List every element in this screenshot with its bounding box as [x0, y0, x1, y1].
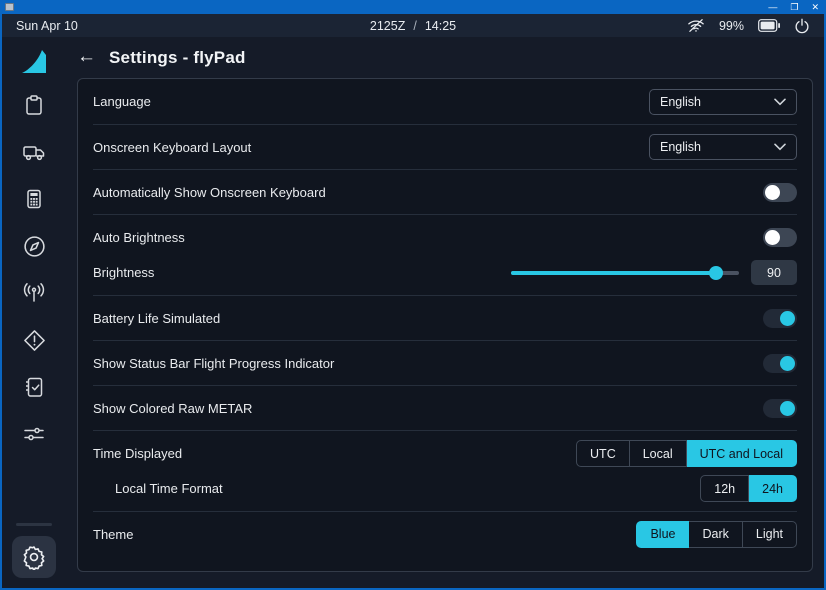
sidebar-item-presets[interactable] — [21, 421, 47, 447]
app-window: — ❐ ✕ Sun Apr 10 2125Z / 14:25 — [0, 0, 826, 590]
power-icon[interactable] — [794, 18, 810, 34]
flight-progress-label: Show Status Bar Flight Progress Indicato… — [93, 356, 334, 371]
keyboard-layout-dropdown[interactable]: English — [649, 134, 797, 160]
sidebar-item-atc[interactable] — [21, 280, 47, 306]
setting-row-battery-life: Battery Life Simulated — [93, 295, 797, 340]
sidebar-divider — [16, 523, 52, 526]
settings-panel: Language English Onscreen Keyboard Layou… — [77, 78, 813, 572]
sidebar-item-performance[interactable] — [21, 186, 47, 212]
chevron-down-icon — [774, 98, 786, 106]
maximize-button[interactable]: ❐ — [790, 3, 798, 12]
setting-row-language: Language English — [93, 79, 797, 124]
page-title: Settings - flyPad — [109, 48, 246, 68]
time-displayed-segmented: UTC Local UTC and Local — [576, 440, 797, 467]
setting-row-auto-show-keyboard: Automatically Show Onscreen Keyboard — [93, 169, 797, 214]
os-titlebar: — ❐ ✕ — [0, 0, 826, 14]
sidebar-item-checklists[interactable] — [21, 374, 47, 400]
local-time-format-label: Local Time Format — [93, 481, 223, 496]
language-value: English — [660, 95, 701, 109]
theme-option-light[interactable]: Light — [743, 521, 797, 548]
minimize-button[interactable]: — — [768, 3, 777, 12]
brightness-slider[interactable] — [511, 266, 739, 280]
language-label: Language — [93, 94, 151, 109]
chevron-down-icon — [774, 143, 786, 151]
sidebar — [2, 37, 66, 588]
status-utc-time: 2125Z — [370, 19, 405, 33]
setting-row-time-displayed: Time Displayed UTC Local UTC and Local — [93, 440, 797, 467]
status-local-time: 14:25 — [425, 19, 456, 33]
sidebar-item-ground-services[interactable] — [21, 139, 47, 165]
auto-show-keyboard-label: Automatically Show Onscreen Keyboard — [93, 185, 326, 200]
local-time-format-option-24h[interactable]: 24h — [749, 475, 797, 502]
time-displayed-label: Time Displayed — [93, 446, 182, 461]
app-icon — [5, 3, 14, 11]
local-time-format-segmented: 12h 24h — [700, 475, 797, 502]
keyboard-layout-value: English — [660, 140, 701, 154]
battery-icon — [758, 19, 780, 32]
theme-option-dark[interactable]: Dark — [689, 521, 742, 548]
battery-life-label: Battery Life Simulated — [93, 311, 220, 326]
theme-label: Theme — [93, 527, 133, 542]
status-bar: Sun Apr 10 2125Z / 14:25 99% — [2, 14, 824, 37]
setting-group-time: Time Displayed UTC Local UTC and Local L… — [93, 430, 797, 511]
window-frame: Sun Apr 10 2125Z / 14:25 99% — [2, 14, 824, 588]
language-dropdown[interactable]: English — [649, 89, 797, 115]
status-date: Sun Apr 10 — [16, 19, 78, 33]
brightness-label: Brightness — [93, 265, 154, 280]
status-time-separator: / — [413, 19, 416, 33]
sidebar-item-dashboard[interactable] — [21, 92, 47, 118]
setting-row-brightness: Brightness 90 — [93, 259, 797, 286]
battery-life-toggle[interactable] — [763, 309, 797, 328]
setting-group-brightness: Auto Brightness Brightness — [93, 214, 797, 295]
setting-row-local-time-format: Local Time Format 12h 24h — [93, 475, 797, 502]
local-time-format-option-12h[interactable]: 12h — [700, 475, 749, 502]
setting-row-auto-brightness: Auto Brightness — [93, 224, 797, 251]
keyboard-layout-label: Onscreen Keyboard Layout — [93, 140, 251, 155]
gear-icon — [21, 544, 47, 570]
brightness-value: 90 — [751, 260, 797, 285]
setting-row-keyboard-layout: Onscreen Keyboard Layout English — [93, 124, 797, 169]
time-displayed-option-utc-and-local[interactable]: UTC and Local — [687, 440, 797, 467]
back-arrow-icon[interactable]: ← — [77, 47, 96, 66]
close-button[interactable]: ✕ — [811, 3, 819, 12]
auto-brightness-toggle[interactable] — [763, 228, 797, 247]
battery-percent: 99% — [719, 19, 744, 33]
sidebar-item-settings[interactable] — [12, 536, 56, 578]
auto-brightness-label: Auto Brightness — [93, 230, 185, 245]
setting-row-theme: Theme Blue Dark Light — [93, 511, 797, 556]
theme-option-blue[interactable]: Blue — [636, 521, 689, 548]
brightness-slider-knob[interactable] — [709, 266, 723, 280]
colored-metar-label: Show Colored Raw METAR — [93, 401, 252, 416]
colored-metar-toggle[interactable] — [763, 399, 797, 418]
time-displayed-option-utc[interactable]: UTC — [576, 440, 630, 467]
flight-progress-toggle[interactable] — [763, 354, 797, 373]
brightness-slider-fill — [511, 271, 716, 275]
flybywire-logo-icon — [19, 49, 49, 80]
auto-show-keyboard-toggle[interactable] — [763, 183, 797, 202]
time-displayed-option-local[interactable]: Local — [630, 440, 687, 467]
theme-segmented: Blue Dark Light — [636, 521, 797, 548]
setting-row-colored-metar: Show Colored Raw METAR — [93, 385, 797, 430]
setting-row-flight-progress: Show Status Bar Flight Progress Indicato… — [93, 340, 797, 385]
sidebar-item-navigation[interactable] — [21, 233, 47, 259]
sidebar-item-failures[interactable] — [21, 327, 47, 353]
wifi-off-icon — [687, 18, 705, 33]
